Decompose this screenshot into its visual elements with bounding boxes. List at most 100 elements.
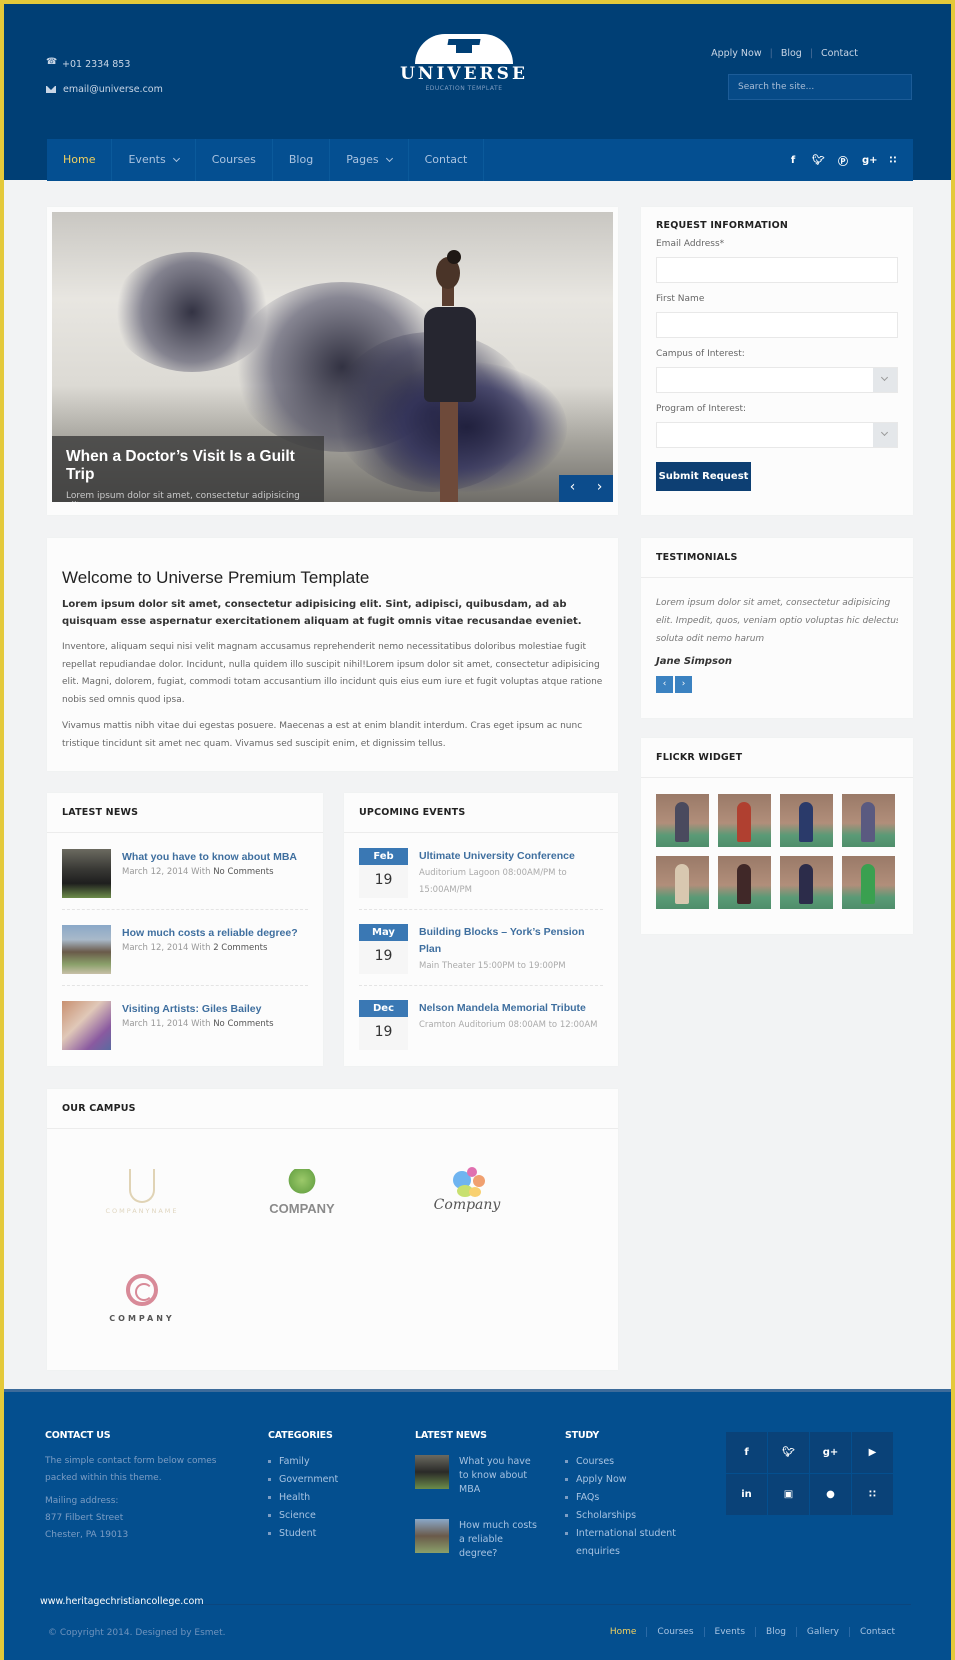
event-title[interactable]: Ultimate University Conference (419, 848, 603, 865)
flickr-photo[interactable] (842, 856, 895, 909)
slider-prev-button[interactable]: ‹ (559, 475, 586, 502)
site-logo[interactable]: UNIVERSE EDUCATION TEMPLATE (394, 34, 534, 96)
campus-select[interactable] (656, 367, 898, 393)
slide-title[interactable]: When a Doctor’s Visit Is a Guilt Trip (66, 448, 310, 484)
study-link[interactable]: FAQs (565, 1489, 695, 1507)
news-thumbnail[interactable] (62, 1001, 111, 1050)
nav-courses[interactable]: Courses (196, 139, 273, 181)
event-month: May (359, 924, 408, 941)
study-link[interactable]: International student enquiries (565, 1525, 695, 1561)
top-link-contact[interactable]: Contact (821, 48, 858, 59)
top-link-blog[interactable]: Blog (781, 48, 802, 59)
flickr-photo[interactable] (656, 856, 709, 909)
event-details: Main Theater 15:00PM to 19:00PM (419, 961, 566, 971)
slider-arrows: ‹ › (559, 475, 613, 502)
flickr-photo[interactable] (656, 794, 709, 847)
chevron-down-icon[interactable] (873, 368, 897, 392)
email-address[interactable]: email@universe.com (63, 84, 163, 95)
news-title[interactable]: How much costs a reliable degree? (122, 925, 298, 942)
nav-pages[interactable]: Pages (330, 139, 409, 181)
nav-blog[interactable]: Blog (273, 139, 331, 181)
flickr-photo[interactable] (718, 856, 771, 909)
footer-nav-blog[interactable]: Blog (755, 1627, 796, 1637)
study-link[interactable]: Scholarships (565, 1507, 695, 1525)
phone-number: +01 2334 853 (62, 59, 131, 70)
linkedin-icon[interactable]: in (726, 1474, 767, 1515)
pinterest-icon[interactable]: Ⓟ (837, 153, 849, 168)
study-link[interactable]: Apply Now (565, 1471, 695, 1489)
first-name-field[interactable] (656, 312, 898, 338)
category-link[interactable]: Government (268, 1471, 338, 1489)
logo-subtitle: EDUCATION TEMPLATE (425, 85, 503, 92)
slider-next-button[interactable]: › (586, 475, 613, 502)
youtube-icon[interactable]: ▶ (852, 1432, 893, 1473)
welcome-paragraph: Vivamus mattis nibh vitae dui egestas po… (62, 721, 583, 749)
campus-logo[interactable]: COMPANYNAME (87, 1169, 197, 1215)
site-footer: CONTACT US The simple contact form below… (4, 1389, 951, 1660)
footer-news-link[interactable]: What you have to know about MBA (459, 1455, 541, 1497)
footer-divider (199, 1604, 911, 1605)
apple-icon[interactable]: ● (810, 1474, 851, 1515)
testimonial-prev-button[interactable]: ‹ (656, 676, 673, 693)
footer-news-link[interactable]: How much costs a reliable degree? (459, 1519, 541, 1561)
news-comments[interactable]: No Comments (213, 867, 273, 877)
campus-logo[interactable]: COMPANY (87, 1274, 197, 1323)
nav-events[interactable]: Events (112, 139, 196, 181)
news-comments[interactable]: No Comments (213, 1019, 273, 1029)
footer-news-thumbnail[interactable] (415, 1519, 449, 1553)
nav-label: Events (128, 153, 166, 166)
top-link-apply-now[interactable]: Apply Now (711, 48, 762, 59)
google-plus-icon[interactable]: g+ (810, 1432, 851, 1473)
category-link[interactable]: Science (268, 1507, 338, 1525)
event-title[interactable]: Nelson Mandela Memorial Tribute (419, 1000, 597, 1017)
program-select[interactable] (656, 422, 898, 448)
footer-nav-home[interactable]: Home (600, 1627, 647, 1637)
copyright: © Copyright 2014. Designed by Esmet. (48, 1628, 226, 1638)
facebook-icon[interactable]: f (787, 155, 799, 166)
testimonial-next-button[interactable]: › (675, 676, 692, 693)
flickr-grid (641, 778, 913, 925)
email-field[interactable] (656, 257, 898, 283)
news-thumbnail[interactable] (62, 925, 111, 974)
rss-icon[interactable]: ∷ (887, 155, 899, 166)
facebook-icon[interactable]: f (726, 1432, 767, 1473)
footer-categories-title: CATEGORIES (268, 1430, 333, 1441)
news-comments[interactable]: 2 Comments (213, 943, 267, 953)
slide-caption[interactable]: When a Doctor’s Visit Is a Guilt Trip Lo… (52, 436, 324, 502)
study-link[interactable]: Courses (565, 1453, 695, 1471)
submit-request-button[interactable]: Submit Request (656, 462, 751, 491)
news-thumbnail[interactable] (62, 849, 111, 898)
flickr-photo[interactable] (780, 794, 833, 847)
campus-logo[interactable]: Company (412, 1167, 522, 1213)
footer-news-item[interactable]: How much costs a reliable degree? (415, 1519, 541, 1561)
footer-nav-contact[interactable]: Contact (848, 1627, 905, 1637)
footer-nav-gallery[interactable]: Gallery (795, 1627, 849, 1637)
footer-nav-events[interactable]: Events (703, 1627, 755, 1637)
footer-news-thumbnail[interactable] (415, 1455, 449, 1489)
news-title[interactable]: Visiting Artists: Giles Bailey (122, 1001, 274, 1018)
nav-label: Blog (288, 153, 314, 166)
instagram-icon[interactable]: ▣ (768, 1474, 809, 1515)
news-title[interactable]: What you have to know about MBA (122, 849, 297, 866)
rss-icon[interactable]: ∷ (852, 1474, 893, 1515)
google-plus-icon[interactable]: g+ (862, 155, 878, 166)
testimonial-arrows: ‹ › (656, 676, 898, 693)
flickr-photo[interactable] (718, 794, 771, 847)
campus-logo[interactable]: COMPANY (247, 1169, 357, 1216)
twitter-icon[interactable]: 🐦︎ (768, 1432, 809, 1473)
category-link[interactable]: Family (268, 1453, 338, 1471)
header-email[interactable]: email@universe.com (46, 84, 163, 95)
search-input[interactable]: Search the site... (728, 74, 912, 100)
category-link[interactable]: Student (268, 1525, 338, 1543)
twitter-icon[interactable]: 🐦︎ (812, 155, 825, 166)
category-link[interactable]: Health (268, 1489, 338, 1507)
flickr-photo[interactable] (780, 856, 833, 909)
footer-news-item[interactable]: What you have to know about MBA (415, 1455, 541, 1497)
chevron-down-icon[interactable] (873, 423, 897, 447)
event-title[interactable]: Building Blocks – York’s Pension Plan (419, 924, 603, 958)
footer-nav-courses[interactable]: Courses (646, 1627, 703, 1637)
nav-contact[interactable]: Contact (409, 139, 485, 181)
nav-home[interactable]: Home (47, 139, 113, 181)
footer-address: Mailing address: 877 Filbert Street Ches… (45, 1493, 230, 1544)
flickr-photo[interactable] (842, 794, 895, 847)
